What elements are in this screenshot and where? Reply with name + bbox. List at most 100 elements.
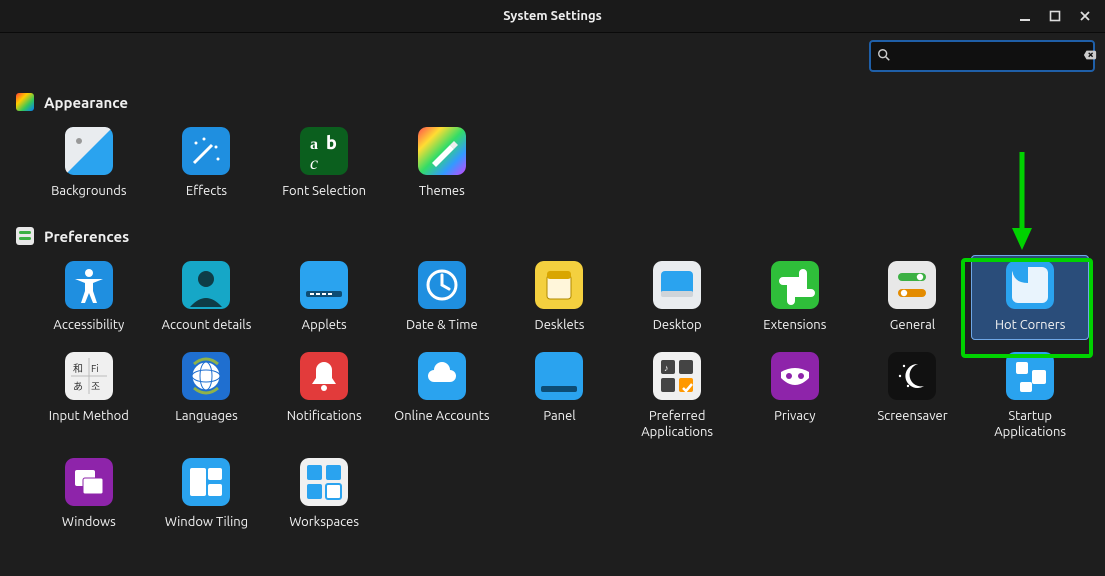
item-label: Online Accounts	[394, 408, 489, 424]
accessibility-icon	[65, 261, 113, 309]
section-header-appearance: Appearance	[16, 93, 1089, 111]
item-label: Notifications	[287, 408, 362, 424]
item-label: Backgrounds	[51, 183, 126, 199]
item-label: Input Method	[49, 408, 129, 424]
item-startup-applications[interactable]: Startup Applications	[971, 346, 1089, 447]
search-field[interactable]	[869, 40, 1095, 72]
section-appearance: Appearance Backgrounds Effects	[16, 93, 1089, 205]
item-workspaces[interactable]: Workspaces	[265, 452, 383, 536]
item-label: Desktop	[653, 317, 702, 333]
privacy-mask-icon	[771, 352, 819, 400]
item-screensaver[interactable]: Screensaver	[854, 346, 972, 447]
section-title: Preferences	[44, 228, 129, 245]
windows-icon	[65, 458, 113, 506]
panel-icon	[535, 352, 583, 400]
svg-text:조: 조	[91, 381, 100, 392]
moon-icon	[888, 352, 936, 400]
preferences-section-icon	[16, 227, 34, 245]
item-effects[interactable]: Effects	[148, 121, 266, 205]
item-label: Desklets	[535, 317, 585, 333]
desklets-icon	[535, 261, 583, 309]
item-account-details[interactable]: Account details	[148, 255, 266, 339]
general-icon	[888, 261, 936, 309]
item-label: Startup Applications	[974, 408, 1086, 441]
clock-icon	[418, 261, 466, 309]
item-privacy[interactable]: Privacy	[736, 346, 854, 447]
svg-text:Fi: Fi	[91, 363, 99, 374]
desktop-icon	[653, 261, 701, 309]
item-notifications[interactable]: Notifications	[265, 346, 383, 447]
item-label: Windows	[62, 514, 116, 530]
item-themes[interactable]: Themes	[383, 121, 501, 205]
titlebar: System Settings	[0, 0, 1105, 33]
maximize-button[interactable]	[1041, 5, 1069, 27]
system-settings-window: System Settings	[0, 0, 1105, 576]
item-label: Themes	[419, 183, 465, 199]
item-font-selection[interactable]: abc Font Selection	[265, 121, 383, 205]
item-applets[interactable]: Applets	[265, 255, 383, 339]
window-tiling-icon	[182, 458, 230, 506]
workspaces-icon	[300, 458, 348, 506]
font-selection-icon: abc	[300, 127, 348, 175]
item-label: Window Tiling	[165, 514, 248, 530]
item-label: Date & Time	[406, 317, 478, 333]
svg-text:b: b	[326, 133, 337, 153]
item-label: Preferred Applications	[621, 408, 733, 441]
item-input-method[interactable]: 和 Fi あ조 Input Method	[30, 346, 148, 447]
toolbar	[0, 33, 1105, 79]
item-label: Hot Corners	[995, 317, 1065, 333]
item-desktop[interactable]: Desktop	[618, 255, 736, 339]
input-method-icon: 和 Fi あ조	[65, 352, 113, 400]
svg-text:c: c	[310, 153, 318, 173]
themes-icon	[418, 127, 466, 175]
section-header-preferences: Preferences	[16, 227, 1089, 245]
item-hot-corners[interactable]: Hot Corners	[971, 255, 1089, 339]
item-panel[interactable]: Panel	[501, 346, 619, 447]
item-backgrounds[interactable]: Backgrounds	[30, 121, 148, 205]
item-window-tiling[interactable]: Window Tiling	[148, 452, 266, 536]
clear-search-icon[interactable]	[1083, 48, 1097, 64]
languages-icon	[182, 352, 230, 400]
content-area: Appearance Backgrounds Effects	[0, 79, 1105, 576]
item-label: Privacy	[774, 408, 815, 424]
startup-apps-icon	[1006, 352, 1054, 400]
item-accessibility[interactable]: Accessibility	[30, 255, 148, 339]
svg-text:和: 和	[73, 363, 83, 374]
section-title: Appearance	[44, 94, 128, 111]
item-label: Workspaces	[289, 514, 359, 530]
item-extensions[interactable]: Extensions	[736, 255, 854, 339]
item-label: Font Selection	[282, 183, 366, 199]
item-label: Applets	[302, 317, 347, 333]
appearance-section-icon	[16, 93, 34, 111]
item-windows[interactable]: Windows	[30, 452, 148, 536]
cloud-icon	[418, 352, 466, 400]
close-button[interactable]	[1071, 5, 1099, 27]
item-label: Screensaver	[877, 408, 947, 424]
window-title: System Settings	[503, 9, 602, 23]
item-label: Extensions	[763, 317, 826, 333]
item-label: Panel	[543, 408, 575, 424]
item-label: Effects	[186, 183, 227, 199]
effects-icon	[182, 127, 230, 175]
hot-corners-icon	[1006, 261, 1054, 309]
minimize-button[interactable]	[1011, 5, 1039, 27]
item-general[interactable]: General	[854, 255, 972, 339]
extensions-icon	[771, 261, 819, 309]
item-label: Account details	[162, 317, 252, 333]
item-desklets[interactable]: Desklets	[501, 255, 619, 339]
item-online-accounts[interactable]: Online Accounts	[383, 346, 501, 447]
item-date-time[interactable]: Date & Time	[383, 255, 501, 339]
backgrounds-icon	[65, 127, 113, 175]
bell-icon	[300, 352, 348, 400]
item-preferred-applications[interactable]: ♪ Preferred Applications	[618, 346, 736, 447]
account-details-icon	[182, 261, 230, 309]
search-icon	[877, 48, 891, 65]
item-languages[interactable]: Languages	[148, 346, 266, 447]
appearance-grid: Backgrounds Effects abc Font Selection	[30, 121, 1089, 205]
item-label: Accessibility	[53, 317, 124, 333]
item-label: Languages	[175, 408, 238, 424]
svg-text:あ: あ	[73, 381, 83, 392]
search-input[interactable]	[897, 41, 1077, 71]
svg-text:a: a	[310, 136, 318, 153]
window-controls	[1011, 0, 1099, 32]
